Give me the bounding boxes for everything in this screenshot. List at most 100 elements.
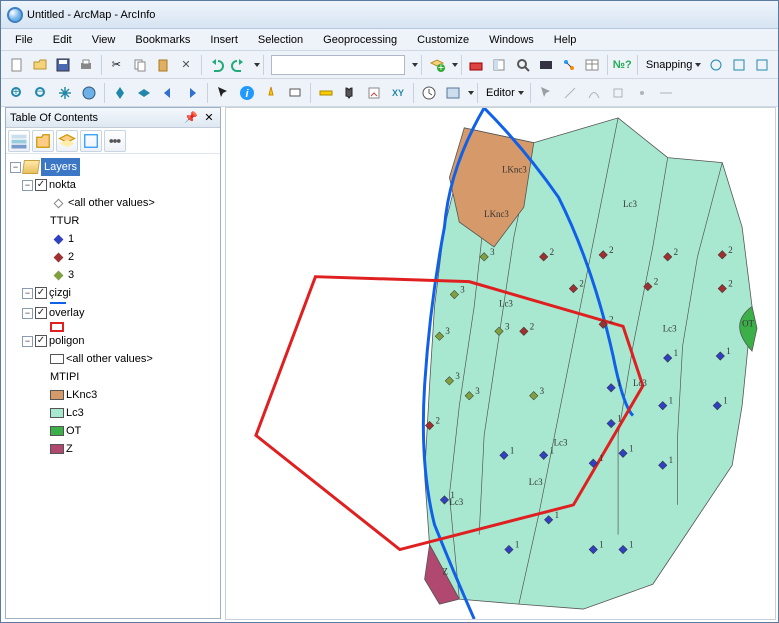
delete-button[interactable]: ✕ — [175, 54, 196, 76]
menu-bookmarks[interactable]: Bookmarks — [127, 32, 198, 48]
poligon-allother: <all other values> — [66, 350, 153, 368]
layer-cizgi[interactable]: çizgi — [49, 284, 71, 302]
menu-edit[interactable]: Edit — [45, 32, 80, 48]
menu-insert[interactable]: Insert — [202, 32, 246, 48]
snapping-dropdown[interactable]: Snapping — [641, 56, 705, 74]
toc-list-visibility-button[interactable] — [56, 130, 78, 152]
menu-view[interactable]: View — [84, 32, 124, 48]
menu-windows[interactable]: Windows — [481, 32, 542, 48]
menu-customize[interactable]: Customize — [409, 32, 477, 48]
expand-nokta[interactable]: − — [22, 180, 33, 191]
expand-overlay[interactable]: − — [22, 308, 33, 319]
toc-pin-icon[interactable]: 📌 — [184, 111, 198, 124]
point-label: 3 — [475, 386, 480, 396]
toc-list-drawing-order-button[interactable] — [8, 130, 30, 152]
model-builder-button[interactable] — [558, 54, 579, 76]
copy-button[interactable] — [129, 54, 150, 76]
expand-layers[interactable]: − — [10, 162, 21, 173]
editor-label: Editor — [486, 87, 515, 99]
zoom-in-button[interactable]: + — [6, 82, 28, 104]
checkbox-poligon[interactable]: ✓ — [35, 335, 47, 347]
toolbar-standard: ✂ ✕ + №? Snapping — [1, 51, 778, 79]
save-button[interactable] — [52, 54, 73, 76]
fixed-zoom-out-button[interactable] — [133, 82, 155, 104]
snap-vertex-button[interactable] — [752, 54, 773, 76]
menu-help[interactable]: Help — [546, 32, 585, 48]
menu-geoprocessing[interactable]: Geoprocessing — [315, 32, 405, 48]
help-button[interactable]: №? — [612, 54, 633, 76]
search-button[interactable] — [512, 54, 533, 76]
region-label: Lc3 — [623, 199, 637, 209]
add-data-button[interactable]: + — [426, 54, 447, 76]
select-button[interactable] — [212, 82, 234, 104]
pan-button[interactable] — [54, 82, 76, 104]
expand-cizgi[interactable]: − — [22, 288, 33, 299]
catalog-button[interactable] — [489, 54, 510, 76]
layer-overlay[interactable]: overlay — [49, 304, 84, 322]
redo-button[interactable] — [229, 54, 250, 76]
table-button[interactable] — [582, 54, 603, 76]
find-route-button[interactable] — [363, 82, 385, 104]
snap-end-button[interactable] — [729, 54, 750, 76]
go-to-xy-button[interactable]: XY — [387, 82, 409, 104]
paste-button[interactable] — [152, 54, 173, 76]
point-label: 2 — [728, 279, 732, 289]
zoom-out-button[interactable]: – — [30, 82, 52, 104]
region-label: OT — [742, 318, 754, 328]
forward-button[interactable] — [181, 82, 203, 104]
point-label: 1 — [515, 540, 519, 550]
viewer-window-button[interactable] — [442, 82, 464, 104]
point-label: 2 — [530, 321, 534, 331]
edit-vertices-button[interactable] — [655, 82, 677, 104]
layers-root[interactable]: Layers — [41, 158, 80, 176]
menu-file[interactable]: File — [7, 32, 41, 48]
back-button[interactable] — [157, 82, 179, 104]
identify-button[interactable]: i — [236, 82, 258, 104]
scale-input[interactable] — [271, 55, 406, 75]
time-slider-button[interactable] — [418, 82, 440, 104]
full-extent-button[interactable] — [78, 82, 100, 104]
snap-point-button[interactable] — [705, 54, 726, 76]
fixed-zoom-in-button[interactable] — [109, 82, 131, 104]
point-label: 2 — [609, 314, 613, 324]
edit-tool-button[interactable] — [535, 82, 557, 104]
undo-button[interactable] — [206, 54, 227, 76]
toc-options-button[interactable] — [104, 130, 126, 152]
nokta-allother: <all other values> — [68, 194, 155, 212]
layer-nokta[interactable]: nokta — [49, 176, 76, 194]
measure-button[interactable] — [315, 82, 337, 104]
edit-straight-button[interactable] — [559, 82, 581, 104]
point-label: 1 — [629, 540, 633, 550]
edit-arc-button[interactable] — [583, 82, 605, 104]
region-label: Lc3 — [554, 437, 568, 447]
find-button[interactable] — [339, 82, 361, 104]
map-view[interactable]: LKnc3LKnc3Lc3Lc3Lc3Lc3Lc3Lc3Lc3OTZ 32222… — [225, 107, 776, 620]
poligon-lknc3: LKnc3 — [66, 386, 97, 404]
toolbox-button[interactable] — [466, 54, 487, 76]
hyperlink-button[interactable] — [260, 82, 282, 104]
html-popup-button[interactable] — [284, 82, 306, 104]
open-button[interactable] — [29, 54, 50, 76]
expand-poligon[interactable]: − — [22, 336, 33, 347]
checkbox-nokta[interactable]: ✓ — [35, 179, 47, 191]
layer-poligon[interactable]: poligon — [49, 332, 84, 350]
toc-list-selection-button[interactable] — [80, 130, 102, 152]
layers-icon — [22, 160, 40, 174]
checkbox-overlay[interactable]: ✓ — [35, 307, 47, 319]
point-label: 2 — [654, 277, 658, 287]
edit-point-button[interactable] — [631, 82, 653, 104]
editor-dropdown[interactable]: Editor — [481, 84, 527, 102]
cut-button[interactable]: ✂ — [106, 54, 127, 76]
toc-list-source-button[interactable] — [32, 130, 54, 152]
python-button[interactable] — [535, 54, 556, 76]
edit-trace-button[interactable] — [607, 82, 629, 104]
new-button[interactable] — [6, 54, 27, 76]
toc-close-button[interactable]: ✕ — [202, 111, 216, 125]
checkbox-cizgi[interactable]: ✓ — [35, 287, 47, 299]
print-button[interactable] — [76, 54, 97, 76]
menu-selection[interactable]: Selection — [250, 32, 311, 48]
region-label: Lc3 — [529, 477, 543, 487]
point-label: 1 — [617, 378, 621, 388]
region-label: Lc3 — [499, 298, 513, 308]
point-label: 1 — [617, 414, 621, 424]
